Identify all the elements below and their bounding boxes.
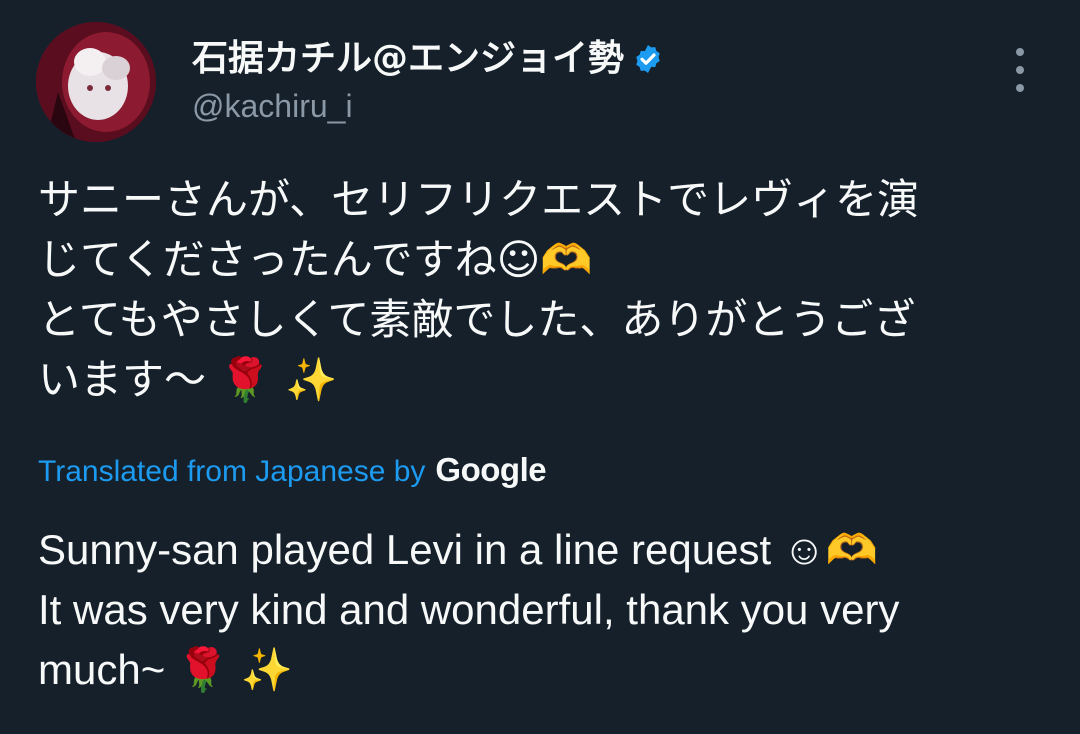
translation-line: Sunny-san played Levi in a line request …: [38, 526, 878, 573]
author-handle[interactable]: @kachiru_i: [192, 84, 353, 128]
avatar-image: [36, 22, 156, 142]
tweet-line: います～ 🌹 ✨: [38, 355, 338, 404]
more-vertical-icon[interactable]: [1004, 48, 1036, 92]
menu-dot: [1016, 84, 1024, 92]
translation-line: It was very kind and wonderful, thank yo…: [38, 586, 900, 633]
author-display-name[interactable]: 石据カチル@エンジョイ勢: [192, 34, 664, 84]
display-name-text: 石据カチル@エンジョイ勢: [192, 38, 625, 79]
menu-dot: [1016, 48, 1024, 56]
tweet-line: サニーさんが、セリフリクエストでレヴィを演: [38, 175, 920, 224]
menu-dot: [1016, 66, 1024, 74]
translation-attribution: Translated from Japanese by Google: [38, 448, 547, 494]
translation-line: much~ 🌹 ✨: [38, 646, 294, 693]
tweet-text: サニーさんが、セリフリクエストでレヴィを演 じてくださったんですね☺🫶 とてもや…: [38, 170, 1028, 410]
tweet-line: じてくださったんですね☺🫶: [38, 235, 593, 284]
translated-from-link[interactable]: Translated from Japanese by: [38, 450, 425, 494]
translated-text: Sunny-san played Levi in a line request …: [38, 520, 1038, 700]
google-logo: Google: [435, 451, 547, 488]
tweet-line: とてもやさしくて素敵でした、ありがとうござ: [38, 295, 916, 344]
verified-badge-icon[interactable]: [632, 43, 664, 75]
avatar[interactable]: [36, 22, 156, 142]
